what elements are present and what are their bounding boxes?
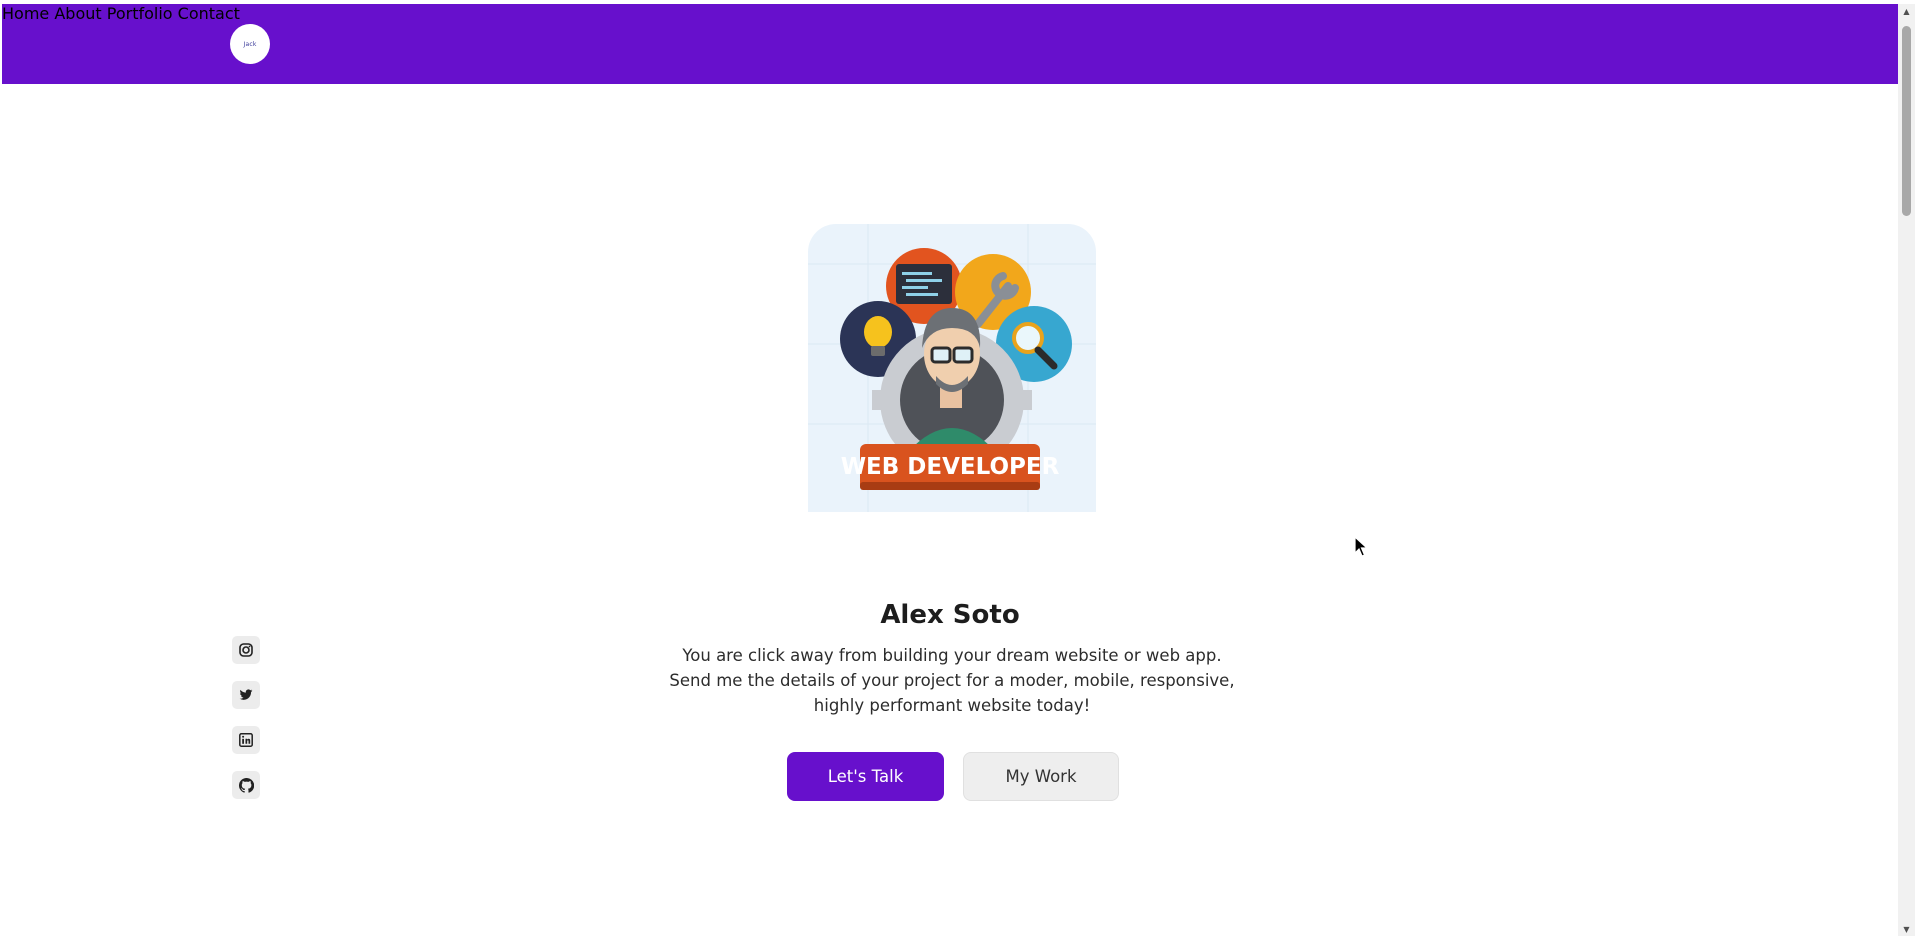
scroll-down-arrow-icon[interactable]: ▼ — [1898, 922, 1915, 936]
illustration-badge-text: WEB DEVELOPER — [841, 454, 1060, 480]
github-icon — [238, 777, 254, 793]
mouse-cursor-icon — [1354, 536, 1369, 557]
instagram-icon — [239, 643, 253, 657]
twitter-link[interactable] — [232, 681, 260, 709]
linkedin-link[interactable] — [232, 726, 260, 754]
top-navbar: Jack Home About Portfolio Contact — [2, 4, 1898, 84]
twitter-icon — [239, 689, 253, 700]
hero-illustration: WEB DEVELOPER — [808, 224, 1096, 512]
linkedin-icon — [239, 733, 253, 747]
web-developer-illustration: WEB DEVELOPER — [808, 224, 1096, 512]
hero-name: Alex Soto — [880, 600, 1020, 630]
github-link[interactable] — [232, 771, 260, 799]
logo-text: Jack — [243, 40, 257, 48]
nav-home[interactable]: Home — [2, 4, 49, 23]
lets-talk-button[interactable]: Let's Talk — [787, 752, 944, 801]
my-work-button[interactable]: My Work — [963, 752, 1119, 801]
site-logo[interactable]: Jack — [230, 24, 270, 64]
page: Jack Home About Portfolio Contact WEB DE… — [2, 4, 1898, 936]
scrollbar-thumb[interactable] — [1902, 26, 1911, 216]
scroll-up-arrow-icon[interactable]: ▲ — [1898, 4, 1915, 18]
nav-contact[interactable]: Contact — [178, 4, 240, 23]
hero-tagline: You are click away from building your dr… — [669, 646, 1235, 715]
vertical-scrollbar[interactable]: ▲ ▼ — [1898, 4, 1915, 936]
nav-about[interactable]: About — [54, 4, 101, 23]
instagram-link[interactable] — [232, 636, 260, 664]
nav-portfolio[interactable]: Portfolio — [107, 4, 173, 23]
